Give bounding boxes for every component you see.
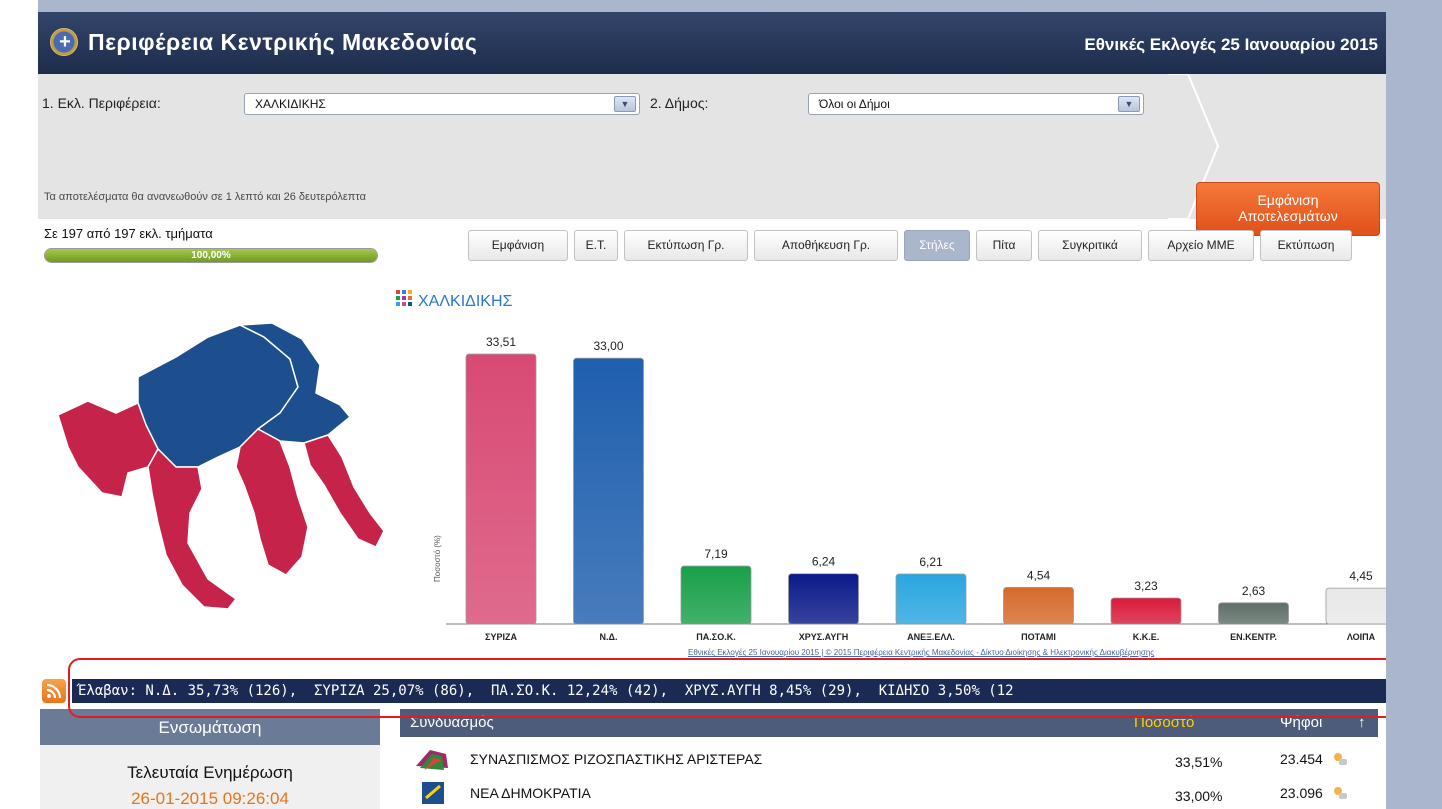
header-bar: + Περιφέρεια Κεντρικής Μακεδονίας Εθνικέ… — [38, 12, 1386, 74]
bar-ΛΟΙΠΑ[interactable] — [1325, 587, 1386, 625]
municipality-select[interactable]: Όλοι οι Δήμοι ▼ — [808, 93, 1144, 115]
party-name: ΣΥΝΑΣΠΙΣΜΟΣ ΡΙΖΟΣΠΑΣΤΙΚΗΣ ΑΡΙΣΤΕΡΑΣ — [470, 751, 763, 767]
details-icon[interactable] — [1332, 751, 1348, 767]
highlight-outline — [68, 658, 1386, 718]
bar-value-label: 4,45 — [1349, 569, 1373, 583]
bar-value-label: 33,00 — [593, 339, 623, 353]
municipality-label: 2. Δήμος: — [650, 95, 709, 111]
category-tick-label: Κ.Κ.Ε. — [1133, 632, 1160, 642]
left-gutter — [0, 0, 38, 809]
bar-ΧΡΥΣ.ΑΥΓΗ[interactable] — [788, 573, 859, 625]
category-tick-label: ΣΥΡΙΖΑ — [485, 632, 517, 642]
category-tick-label: ΠΑ.ΣΟ.Κ. — [696, 632, 735, 642]
bar-value-label: 6,21 — [919, 555, 943, 569]
results-bar-chart: ΧΑΛΚΙΔΙΚΗΣ Ποσοστό (%) 33,51 ΣΥΡΙΖΑ 33,00 Ν… — [396, 290, 1386, 642]
last-update-label: Τελευταία Ενημέρωση — [127, 763, 293, 782]
table-row[interactable]: ΣΥΝΑΣΠΙΣΜΟΣ ΡΙΖΟΣΠΑΣΤΙΚΗΣ ΑΡΙΣΤΕΡΑΣ 33,5… — [400, 742, 1378, 776]
bar-ΠΑ.ΣΟ.Κ.[interactable] — [680, 565, 752, 625]
toolbar-button[interactable]: Συγκριτικά — [1038, 230, 1142, 261]
bar-value-label: 3,23 — [1134, 579, 1158, 593]
progress-text: 100,00% — [191, 250, 231, 261]
party-logo-icon — [422, 782, 444, 804]
bar-value-label: 6,24 — [812, 555, 836, 569]
chevron-down-icon[interactable]: ▼ — [614, 96, 636, 112]
bar-value-label: 2,63 — [1242, 584, 1266, 598]
party-percent: 33,00% — [1175, 788, 1223, 804]
chart-title: ΧΑΛΚΙΔΙΚΗΣ — [418, 293, 513, 310]
district-select[interactable]: ΧΑΛΚΙΔΙΚΗΣ ▼ — [244, 93, 640, 115]
category-tick-label: Ν.Δ. — [600, 632, 618, 642]
toolbar-button[interactable]: Αποθήκευση Γρ. — [754, 230, 898, 261]
party-votes: 23.454 — [1280, 751, 1323, 767]
category-tick-label: ΠΟΤΑΜΙ — [1021, 632, 1056, 642]
bars-group: 33,51 ΣΥΡΙΖΑ 33,00 Ν.Δ. 7,19 ΠΑ.ΣΟ.Κ. 6,24 ΧΡΥΣ… — [465, 335, 1386, 642]
category-tick-label: ΧΡΥΣ.ΑΥΓΗ — [799, 632, 849, 642]
district-label: 1. Εκλ. Περιφέρεια: — [42, 95, 161, 111]
map-region-kassandra[interactable] — [147, 447, 238, 610]
toolbar-button[interactable]: Πίτα — [976, 230, 1032, 261]
bar-ΕΝ.ΚΕΝΤΡ.[interactable] — [1218, 602, 1289, 625]
show-results-button[interactable]: Εμφάνιση Αποτελεσμάτων — [1196, 182, 1380, 236]
toolbar-button[interactable]: Εκτύπωση Γρ. — [624, 230, 748, 261]
party-name: ΝΕΑ ΔΗΜΟΚΡΑΤΙΑ — [470, 785, 591, 801]
last-update-value: 26-01-2015 09:26:04 — [131, 789, 289, 808]
chart-title-icon — [396, 290, 412, 306]
page-title: Περιφέρεια Κεντρικής Μακεδονίας — [88, 29, 478, 55]
y-axis-label: Ποσοστό (%) — [433, 535, 442, 582]
bar-ΠΟΤΑΜΙ[interactable] — [1003, 587, 1074, 625]
sections-counted: Σε 197 από 197 εκλ. τμήματα — [44, 226, 213, 241]
election-title: Εθνικές Εκλογές 25 Ιανουαρίου 2015 — [1084, 35, 1378, 54]
bar-ΣΥΡΙΖΑ[interactable] — [465, 353, 537, 625]
municipality-select-value: Όλοι οι Δήμοι — [819, 97, 890, 111]
region-seal-icon: + — [50, 28, 78, 56]
bar-value-label: 33,51 — [486, 335, 516, 349]
details-icon[interactable] — [1332, 785, 1348, 801]
map-region-west[interactable] — [58, 400, 159, 498]
page-frame: + Περιφέρεια Κεντρικής Μακεδονίας Εθνικέ… — [38, 12, 1386, 809]
category-tick-label: ΑΝΕΞ.ΕΛΛ. — [907, 632, 955, 642]
bar-value-label: 4,54 — [1027, 568, 1051, 582]
show-results-label-2: Αποτελεσμάτων — [1238, 208, 1338, 224]
embed-panel: Ενσωμάτωση Τελευταία Ενημέρωση 26-01-201… — [40, 709, 380, 809]
bar-Ν.Δ.[interactable] — [573, 357, 644, 625]
party-percent: 33,51% — [1175, 754, 1223, 770]
toolbar-button[interactable]: Στήλες — [904, 230, 970, 261]
toolbar-button[interactable]: Εκτύπωση — [1260, 230, 1352, 261]
halkidiki-map — [58, 322, 385, 610]
toolbar-button[interactable]: Ε.Τ. — [574, 230, 618, 261]
map-region-athos[interactable] — [303, 434, 385, 548]
chevron-down-icon[interactable]: ▼ — [1118, 96, 1140, 112]
toolbar-button[interactable]: Εμφάνιση — [468, 230, 568, 261]
bar-ΑΝΕΞ.ΕΛΛ.[interactable] — [895, 573, 967, 625]
category-tick-label: ΕΝ.ΚΕΝΤΡ. — [1230, 632, 1277, 642]
progress-bar: 100,00% — [44, 248, 378, 263]
show-results-label-1: Εμφάνιση — [1257, 192, 1319, 208]
bar-value-label: 7,19 — [704, 547, 728, 561]
party-logo-icon — [416, 750, 448, 770]
party-votes: 23.096 — [1280, 785, 1323, 801]
chart-credit-link[interactable]: Εθνικές Εκλογές 25 Ιανουαρίου 2015 | © 2… — [688, 648, 1154, 657]
district-select-value: ΧΑΛΚΙΔΙΚΗΣ — [255, 97, 326, 111]
category-tick-label: ΛΟΙΠΑ — [1347, 632, 1376, 642]
table-row[interactable]: ΝΕΑ ΔΗΜΟΚΡΑΤΙΑ 33,00% 23.096 — [400, 776, 1378, 809]
toolbar-button[interactable]: Αρχείο ΜΜΕ — [1148, 230, 1254, 261]
map-region-sithonia[interactable] — [235, 428, 309, 576]
refresh-note: Τα αποτελέσματα θα ανανεωθούν σε 1 λεπτό… — [44, 191, 366, 203]
rss-icon[interactable] — [42, 679, 66, 703]
bar-Κ.Κ.Ε.[interactable] — [1110, 597, 1182, 625]
